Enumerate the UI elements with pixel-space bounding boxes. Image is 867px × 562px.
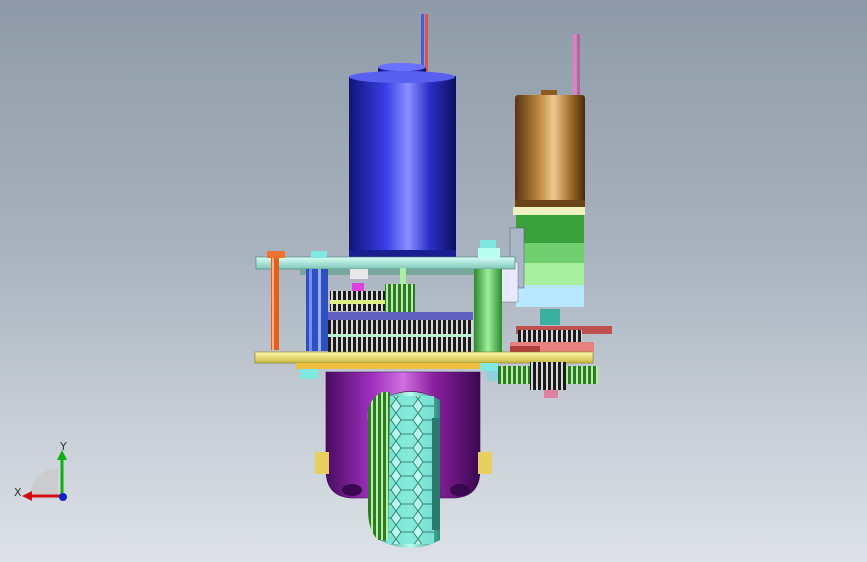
large-motor[interactable] <box>349 63 456 258</box>
drive-wheel[interactable] <box>367 392 440 548</box>
standoff-green[interactable] <box>474 240 502 353</box>
drive-gear[interactable] <box>498 362 598 398</box>
small-motor[interactable] <box>515 90 585 210</box>
small-motor-wires <box>573 34 580 96</box>
output-gear[interactable] <box>510 309 612 352</box>
z-axis-dot <box>59 493 67 501</box>
triad-plane-icon <box>30 468 58 496</box>
drive-wheel-assembly-model[interactable] <box>0 0 867 562</box>
y-axis-label: Y <box>59 440 67 453</box>
cad-3d-viewport[interactable]: Y X <box>0 0 867 562</box>
coordinate-axis-triad: Y X <box>14 440 67 501</box>
x-axis-arrowhead <box>22 491 32 501</box>
x-axis-label: X <box>14 486 22 499</box>
main-spur-gear[interactable] <box>328 312 473 352</box>
